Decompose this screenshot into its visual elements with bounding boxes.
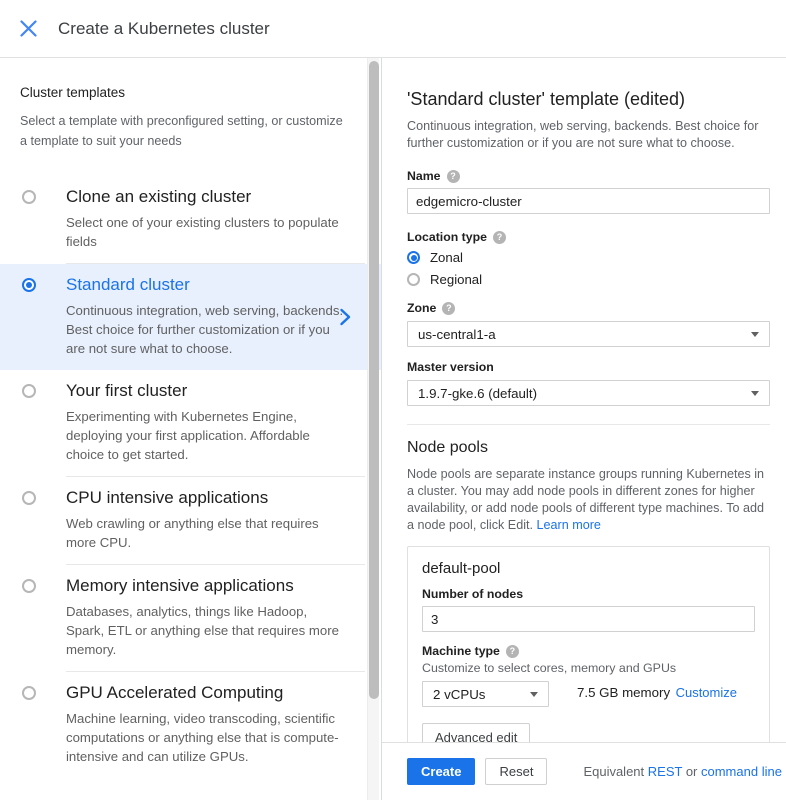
template-description: Continuous integration, web serving, bac… [66, 301, 347, 358]
zone-label: Zone [407, 301, 436, 315]
machine-type-label: Machine type [422, 644, 500, 658]
radio-unchecked-icon[interactable] [22, 686, 36, 700]
dialog-footer: Create Reset Equivalent REST or command … [382, 742, 786, 800]
help-icon[interactable]: ? [506, 645, 519, 658]
template-title: Standard cluster [66, 275, 347, 295]
command-line-link[interactable]: command line [701, 764, 782, 779]
name-label: Name [407, 169, 441, 183]
pool-name: default-pool [422, 560, 755, 577]
template-list: Clone an existing cluster Select one of … [0, 176, 381, 778]
form-title: 'Standard cluster' template (edited) [407, 88, 770, 110]
divider [407, 424, 770, 425]
master-version-select-value: 1.9.7-gke.6 (default) [418, 386, 537, 401]
default-pool-card: default-pool Number of nodes Machine typ… [407, 546, 770, 742]
template-description: Databases, analytics, things like Hadoop… [66, 602, 347, 659]
radio-unchecked-icon[interactable] [22, 190, 36, 204]
dropdown-caret-icon [751, 332, 759, 337]
sidebar-scrollbar[interactable] [367, 58, 379, 800]
template-item-gpu-accelerated[interactable]: GPU Accelerated Computing Machine learni… [0, 672, 381, 778]
zone-select[interactable]: us-central1-a [407, 321, 770, 347]
learn-more-link[interactable]: Learn more [537, 518, 601, 532]
sidebar-heading: Cluster templates [20, 85, 351, 100]
form-description: Continuous integration, web serving, bac… [407, 118, 770, 152]
template-description: Experimenting with Kubernetes Engine, de… [66, 407, 347, 464]
reset-button[interactable]: Reset [485, 758, 547, 785]
template-form-panel: 'Standard cluster' template (edited) Con… [382, 58, 786, 800]
template-title: CPU intensive applications [66, 488, 347, 508]
template-item-your-first-cluster[interactable]: Your first cluster Experimenting with Ku… [0, 370, 381, 476]
template-title: Memory intensive applications [66, 576, 347, 596]
help-icon[interactable]: ? [493, 231, 506, 244]
template-title: GPU Accelerated Computing [66, 683, 347, 703]
template-item-cpu-intensive[interactable]: CPU intensive applications Web crawling … [0, 477, 381, 564]
location-regional-option[interactable]: Regional [407, 271, 770, 288]
machine-type-select[interactable]: 2 vCPUs [422, 681, 549, 707]
equivalent-text: Equivalent REST or command line [583, 764, 782, 779]
memory-text: 7.5 GB memory [577, 685, 670, 700]
template-description: Web crawling or anything else that requi… [66, 514, 347, 552]
chevron-right-icon[interactable] [339, 308, 351, 331]
radio-checked-icon[interactable] [22, 278, 36, 292]
number-of-nodes-label: Number of nodes [422, 587, 523, 601]
advanced-edit-button[interactable]: Advanced edit [422, 723, 530, 742]
zonal-label: Zonal [430, 250, 463, 265]
equivalent-prefix: Equivalent [583, 764, 647, 779]
customize-link[interactable]: Customize [676, 685, 737, 700]
help-icon[interactable]: ? [447, 170, 460, 183]
dropdown-caret-icon [751, 391, 759, 396]
zone-field: Zone ? us-central1-a [407, 301, 770, 347]
cluster-name-input[interactable] [407, 188, 770, 214]
close-icon-glyph [20, 20, 37, 37]
dialog-header: Create a Kubernetes cluster [0, 0, 786, 58]
template-item-memory-intensive[interactable]: Memory intensive applications Databases,… [0, 565, 381, 671]
template-item-standard-cluster[interactable]: Standard cluster Continuous integration,… [0, 264, 381, 370]
close-icon[interactable] [8, 9, 48, 49]
machine-type-select-value: 2 vCPUs [433, 687, 485, 702]
number-of-nodes-input[interactable] [422, 606, 755, 632]
dropdown-caret-icon [530, 692, 538, 697]
number-of-nodes-field: Number of nodes [422, 587, 755, 632]
or-text: or [682, 764, 701, 779]
sidebar-scrollbar-thumb[interactable] [369, 61, 379, 699]
rest-link[interactable]: REST [648, 764, 682, 779]
master-version-select[interactable]: 1.9.7-gke.6 (default) [407, 380, 770, 406]
machine-type-field: Machine type ? Customize to select cores… [422, 644, 755, 707]
location-type-label: Location type [407, 230, 487, 244]
location-type-field: Location type ? Zonal Regional [407, 230, 770, 288]
location-zonal-option[interactable]: Zonal [407, 249, 770, 266]
help-icon[interactable]: ? [442, 302, 455, 315]
template-description: Select one of your existing clusters to … [66, 213, 347, 251]
radio-unchecked-icon[interactable] [22, 491, 36, 505]
radio-unchecked-icon[interactable] [22, 384, 36, 398]
master-version-field: Master version 1.9.7-gke.6 (default) [407, 360, 770, 406]
template-title: Clone an existing cluster [66, 187, 347, 207]
node-pools-description: Node pools are separate instance groups … [407, 466, 770, 534]
template-item-clone-existing-cluster[interactable]: Clone an existing cluster Select one of … [0, 176, 381, 263]
sidebar-description: Select a template with preconfigured set… [20, 111, 350, 151]
radio-unchecked-icon[interactable] [22, 579, 36, 593]
radio-unchecked-icon[interactable] [407, 273, 420, 286]
master-version-label: Master version [407, 360, 494, 374]
name-field: Name ? [407, 169, 770, 214]
machine-type-caption: Customize to select cores, memory and GP… [422, 661, 755, 675]
template-title: Your first cluster [66, 381, 347, 401]
cluster-templates-sidebar: Cluster templates Select a template with… [0, 58, 382, 800]
node-pools-heading: Node pools [407, 439, 770, 457]
template-description: Machine learning, video transcoding, sci… [66, 709, 347, 766]
zone-select-value: us-central1-a [418, 327, 496, 342]
radio-checked-icon[interactable] [407, 251, 420, 264]
create-kubernetes-cluster-dialog: Create a Kubernetes cluster Cluster temp… [0, 0, 786, 800]
regional-label: Regional [430, 272, 482, 287]
dialog-title: Create a Kubernetes cluster [58, 19, 270, 39]
create-button[interactable]: Create [407, 758, 475, 785]
